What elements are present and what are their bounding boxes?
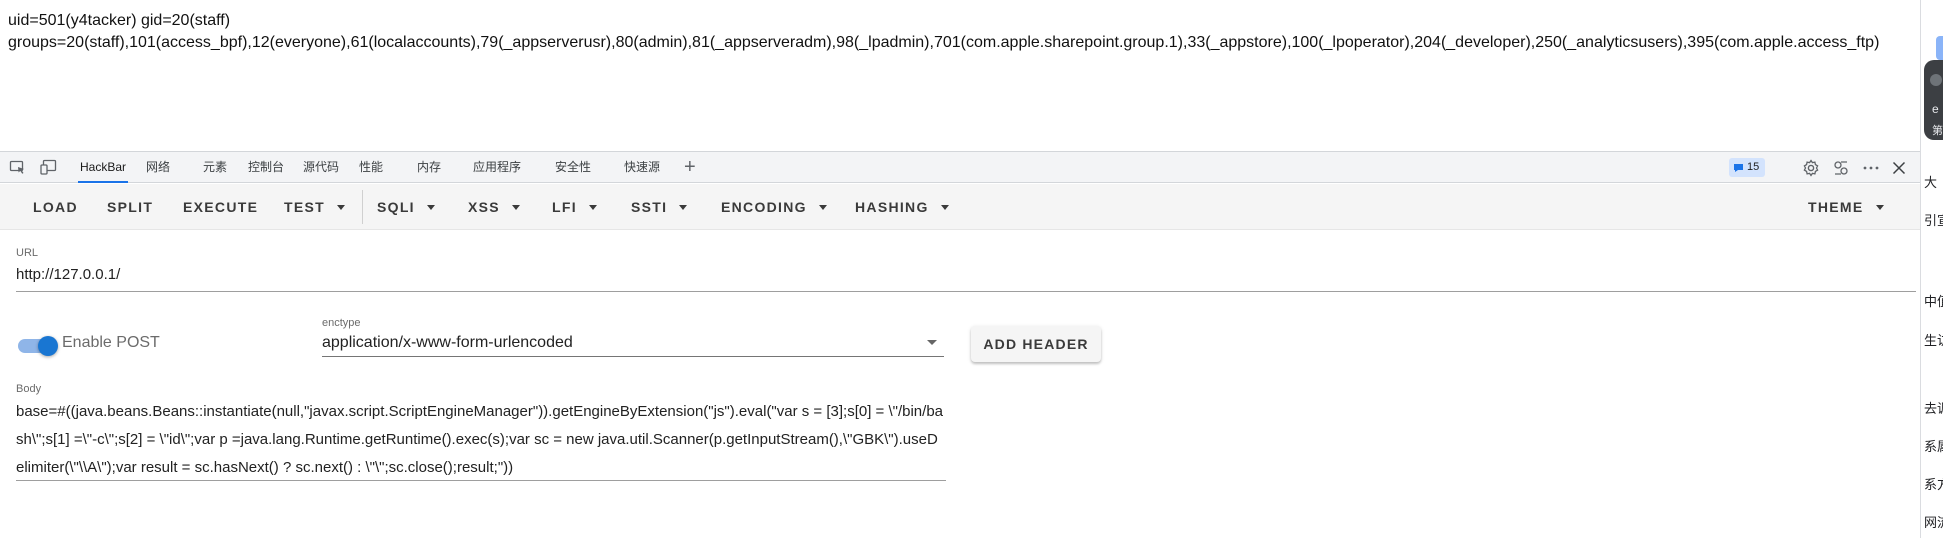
chevron-down-icon	[1875, 204, 1884, 210]
load-button[interactable]: LOAD	[33, 184, 78, 230]
side-text: 系方	[1924, 478, 1943, 493]
lfi-menu-button[interactable]: LFI	[552, 184, 597, 230]
issues-badge[interactable]: 15	[1729, 158, 1766, 177]
tab-console[interactable]: 控制台	[248, 152, 284, 183]
side-text: 网流	[1924, 516, 1943, 531]
side-text: 生访	[1924, 334, 1943, 349]
customize-icon[interactable]	[1832, 159, 1850, 177]
devtools-tab-bar: HackBar 网络 元素 控制台 源代码 性能 内存 应用程序 安全性 快速源…	[0, 152, 1920, 183]
split-label: SPLIT	[107, 199, 154, 215]
url-underline	[16, 291, 1916, 292]
inspect-icon[interactable]	[9, 159, 27, 175]
execute-button[interactable]: EXECUTE	[183, 184, 258, 230]
body-underline	[16, 480, 946, 481]
avatar-icon	[1930, 74, 1942, 86]
tab-network[interactable]: 网络	[146, 152, 170, 183]
issues-count: 15	[1747, 161, 1760, 173]
side-text: 引宣	[1924, 214, 1943, 229]
theme-menu-button[interactable]: THEME	[1808, 184, 1884, 230]
execute-label: EXECUTE	[183, 199, 259, 215]
side-text: 去调	[1924, 402, 1943, 417]
url-label: URL	[16, 247, 39, 259]
hashing-label: HASHING	[855, 199, 929, 215]
add-tab-icon[interactable]: +	[684, 156, 696, 178]
xss-menu-button[interactable]: XSS	[468, 184, 520, 230]
chevron-down-icon	[940, 204, 949, 210]
toolbar-divider	[362, 190, 363, 224]
side-panel-card[interactable]: e 第	[1924, 60, 1943, 140]
tab-performance[interactable]: 性能	[359, 152, 383, 183]
test-label: TEST	[284, 199, 325, 215]
ssti-label: SSTI	[631, 199, 668, 215]
tab-quick-source[interactable]: 快速源	[624, 152, 660, 183]
issues-icon	[1734, 164, 1743, 172]
theme-label: THEME	[1808, 199, 1864, 215]
add-header-button[interactable]: ADD HEADER	[971, 326, 1101, 362]
ssti-menu-button[interactable]: SSTI	[631, 184, 688, 230]
url-input[interactable]: http://127.0.0.1/	[16, 266, 120, 283]
test-menu-button[interactable]: TEST	[284, 184, 345, 230]
body-label: Body	[16, 383, 42, 395]
page-output-line-uid: uid=501(y4tacker) gid=20(staff)	[8, 12, 231, 29]
page-output-line-groups: groups=20(staff),101(access_bpf),12(ever…	[8, 34, 1880, 51]
load-label: LOAD	[33, 199, 78, 215]
tab-sources[interactable]: 源代码	[303, 152, 339, 183]
chevron-down-icon	[818, 204, 827, 210]
chevron-down-icon[interactable]	[927, 340, 937, 345]
tab-memory[interactable]: 内存	[417, 152, 441, 183]
page-output: uid=501(y4tacker) gid=20(staff) groups=2…	[8, 10, 1879, 54]
side-text: 大	[1924, 176, 1938, 191]
split-button[interactable]: SPLIT	[107, 184, 153, 230]
enable-post-label[interactable]: Enable POST	[62, 334, 160, 352]
hashing-menu-button[interactable]: HASHING	[855, 184, 949, 230]
enctype-label: enctype	[322, 317, 361, 329]
sqli-menu-button[interactable]: SQLI	[377, 184, 435, 230]
lfi-label: LFI	[552, 199, 577, 215]
chevron-down-icon	[336, 204, 345, 210]
side-card-text-2: 第	[1932, 125, 1943, 137]
settings-icon[interactable]	[1802, 159, 1820, 177]
enctype-underline	[322, 356, 944, 357]
tab-hackbar[interactable]: HackBar	[77, 152, 129, 183]
tab-security[interactable]: 安全性	[555, 152, 591, 183]
side-panel-accent	[1936, 36, 1943, 60]
sqli-label: SQLI	[377, 199, 415, 215]
hackbar-toolbar: LOAD SPLIT EXECUTE TEST SQLI XSS LFI SST…	[0, 184, 1920, 230]
chevron-down-icon	[426, 204, 435, 210]
tab-application[interactable]: 应用程序	[473, 152, 521, 183]
chevron-down-icon	[679, 204, 688, 210]
enctype-select[interactable]: application/x-www-form-urlencoded	[322, 334, 573, 352]
chevron-down-icon	[511, 204, 520, 210]
toggle-knob	[38, 336, 58, 356]
xss-label: XSS	[468, 199, 500, 215]
tab-elements[interactable]: 元素	[203, 152, 227, 183]
side-text: 中值	[1924, 295, 1943, 310]
chevron-down-icon	[588, 204, 597, 210]
enable-post-toggle[interactable]	[18, 336, 58, 356]
body-textarea[interactable]: base=#((java.beans.Beans::instantiate(nu…	[16, 398, 946, 482]
encoding-menu-button[interactable]: ENCODING	[721, 184, 827, 230]
close-icon[interactable]	[1890, 159, 1908, 177]
device-toolbar-icon[interactable]	[40, 159, 58, 175]
side-card-text: e	[1932, 102, 1939, 116]
side-text: 系属	[1924, 440, 1943, 455]
encoding-label: ENCODING	[721, 199, 807, 215]
more-icon[interactable]	[1862, 159, 1880, 177]
